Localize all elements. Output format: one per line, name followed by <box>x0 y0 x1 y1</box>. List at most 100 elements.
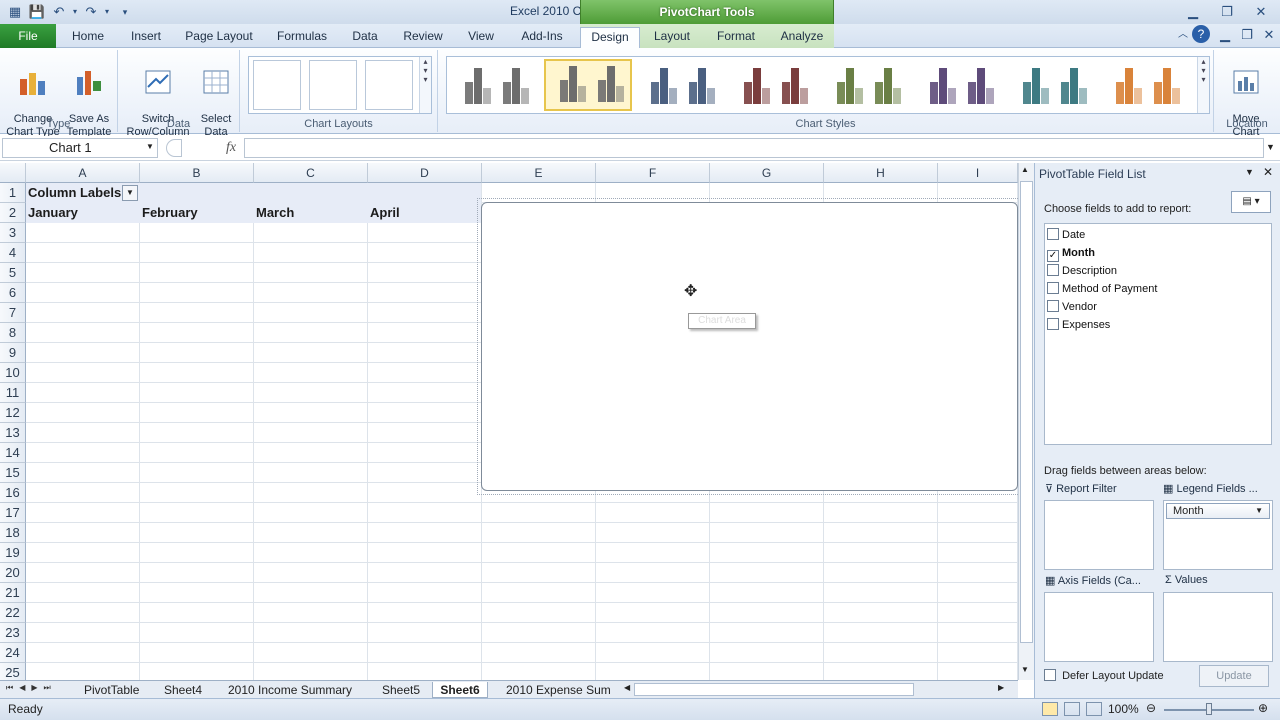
column-header-g[interactable]: G <box>710 163 824 183</box>
cell-a1[interactable]: Column Labels <box>26 183 121 203</box>
expand-formula-icon[interactable]: ▼ <box>1266 142 1275 152</box>
column-header-h[interactable]: H <box>824 163 938 183</box>
checkbox-checked-icon[interactable]: ✓ <box>1047 250 1059 262</box>
cell-a2[interactable]: January <box>26 203 78 223</box>
row-header-16[interactable]: 16 <box>0 483 26 503</box>
row-header-2[interactable]: 2 <box>0 203 26 223</box>
minimize-icon[interactable]: ▁ <box>1182 2 1204 22</box>
row-header-5[interactable]: 5 <box>0 263 26 283</box>
row-header-18[interactable]: 18 <box>0 523 26 543</box>
chart-style-thumb[interactable] <box>916 59 1004 111</box>
row-header-12[interactable]: 12 <box>0 403 26 423</box>
help-icon[interactable]: ? <box>1192 25 1210 43</box>
field-item-date[interactable]: Date <box>1047 226 1085 244</box>
sheet-tab-2010-expense-summary[interactable]: 2010 Expense Sum <box>506 682 614 698</box>
layouts-gallery-scroll[interactable]: ▴ ▾ ▾ <box>419 57 431 113</box>
close-icon[interactable]: ✕ <box>1250 2 1272 22</box>
chart-style-thumb[interactable] <box>730 59 818 111</box>
sheet-tab-sheet4[interactable]: Sheet4 <box>164 682 202 698</box>
tab-format[interactable]: Format <box>708 27 764 48</box>
tab-layout[interactable]: Layout <box>648 27 696 48</box>
scroll-right-icon[interactable]: ▶ <box>998 683 1004 692</box>
chart-style-thumb[interactable] <box>451 59 539 111</box>
values-area[interactable] <box>1163 592 1273 662</box>
checkbox-icon[interactable] <box>1047 228 1059 240</box>
row-header-21[interactable]: 21 <box>0 583 26 603</box>
checkbox-icon[interactable] <box>1047 300 1059 312</box>
tab-review[interactable]: Review <box>398 27 448 48</box>
scroll-up-icon[interactable]: ▲ <box>1021 165 1029 174</box>
field-item-method-of-payment[interactable]: Method of Payment <box>1047 280 1157 298</box>
tab-analyze[interactable]: Analyze <box>774 27 830 48</box>
formula-divider-handle[interactable] <box>166 139 182 157</box>
chart-style-thumb[interactable] <box>1009 59 1097 111</box>
chart-styles-gallery[interactable]: ▴ ▾ ▾ <box>446 56 1210 114</box>
row-header-15[interactable]: 15 <box>0 463 26 483</box>
restore-icon[interactable]: ❐ <box>1216 2 1238 22</box>
field-dropdown-icon[interactable]: ▼ <box>1255 504 1263 518</box>
name-box[interactable]: Chart 1 <box>2 138 158 158</box>
field-item-description[interactable]: Description <box>1047 262 1117 280</box>
scroll-left-icon[interactable]: ◀ <box>624 683 630 692</box>
page-break-view-icon[interactable] <box>1086 702 1102 716</box>
row-header-3[interactable]: 3 <box>0 223 26 243</box>
tab-design[interactable]: Design <box>580 27 640 49</box>
field-item-vendor[interactable]: Vendor <box>1047 298 1097 316</box>
sheet-tab-pivottable[interactable]: PivotTable <box>84 682 139 698</box>
row-header-4[interactable]: 4 <box>0 243 26 263</box>
row-header-19[interactable]: 19 <box>0 543 26 563</box>
row-header-6[interactable]: 6 <box>0 283 26 303</box>
field-layout-button[interactable]: ▤ ▾ <box>1231 191 1271 213</box>
defer-layout-update[interactable]: Defer Layout Update <box>1044 669 1164 682</box>
legend-fields-area[interactable]: Month ▼ <box>1163 500 1273 570</box>
checkbox-icon[interactable] <box>1047 318 1059 330</box>
cell-c2[interactable]: March <box>254 203 294 223</box>
sheet-tab-sheet5[interactable]: Sheet5 <box>382 682 420 698</box>
report-filter-area[interactable] <box>1044 500 1154 570</box>
scroll-down-icon[interactable]: ▼ <box>1021 665 1029 674</box>
column-header-c[interactable]: C <box>254 163 368 183</box>
minimize-ribbon-icon[interactable]: ︿ <box>1172 25 1194 45</box>
chart-layouts-gallery[interactable]: ▴ ▾ ▾ <box>248 56 432 114</box>
column-header-b[interactable]: B <box>140 163 254 183</box>
vertical-scroll-thumb[interactable] <box>1020 181 1033 643</box>
tab-data[interactable]: Data <box>346 27 384 48</box>
column-header-i[interactable]: I <box>938 163 1018 183</box>
filter-dropdown-icon[interactable]: ▼ <box>122 185 138 201</box>
pane-options-icon[interactable]: ▼ <box>1245 167 1254 177</box>
chart-style-thumb[interactable] <box>637 59 725 111</box>
workbook-restore-icon[interactable]: ❐ <box>1236 25 1258 45</box>
checkbox-icon[interactable] <box>1047 282 1059 294</box>
name-box-dropdown-icon[interactable]: ▼ <box>146 142 154 151</box>
defer-checkbox[interactable] <box>1044 669 1056 681</box>
chart-area[interactable]: ✥ Chart Area <box>481 202 1018 491</box>
legend-field-month[interactable]: Month ▼ <box>1166 503 1270 519</box>
tab-insert[interactable]: Insert <box>124 27 168 48</box>
cell-d2[interactable]: April <box>368 203 400 223</box>
zoom-slider-thumb[interactable] <box>1206 703 1212 715</box>
worksheet-grid[interactable]: ABCDEFGHI 1 2 3 4 5 6 7 8 9 10 11 12 13 14 15 16 17 18 19 2… <box>0 163 1018 680</box>
tab-page-layout[interactable]: Page Layout <box>182 27 256 48</box>
row-header-11[interactable]: 11 <box>0 383 26 403</box>
cell-b2[interactable]: February <box>140 203 198 223</box>
workbook-minimize-icon[interactable]: ▁ <box>1214 25 1236 45</box>
chart-style-thumb[interactable] <box>823 59 911 111</box>
tab-formulas[interactable]: Formulas <box>272 27 332 48</box>
tab-view[interactable]: View <box>462 27 500 48</box>
normal-view-icon[interactable] <box>1042 702 1058 716</box>
zoom-out-icon[interactable]: ⊖ <box>1146 701 1156 715</box>
styles-gallery-scroll[interactable]: ▴ ▾ ▾ <box>1197 57 1209 113</box>
column-header-d[interactable]: D <box>368 163 482 183</box>
axis-fields-area[interactable] <box>1044 592 1154 662</box>
tab-file[interactable]: File <box>0 24 56 48</box>
checkbox-icon[interactable] <box>1047 264 1059 276</box>
field-item-month[interactable]: ✓ Month <box>1047 244 1095 262</box>
formula-input[interactable] <box>244 138 1264 158</box>
row-header-14[interactable]: 14 <box>0 443 26 463</box>
row-header-9[interactable]: 9 <box>0 343 26 363</box>
row-header-10[interactable]: 10 <box>0 363 26 383</box>
row-header-17[interactable]: 17 <box>0 503 26 523</box>
row-header-7[interactable]: 7 <box>0 303 26 323</box>
vertical-scrollbar[interactable]: ▲ ▼ <box>1018 163 1034 680</box>
sheet-nav-icon[interactable]: ⏮◀▶⏭ <box>6 683 57 693</box>
